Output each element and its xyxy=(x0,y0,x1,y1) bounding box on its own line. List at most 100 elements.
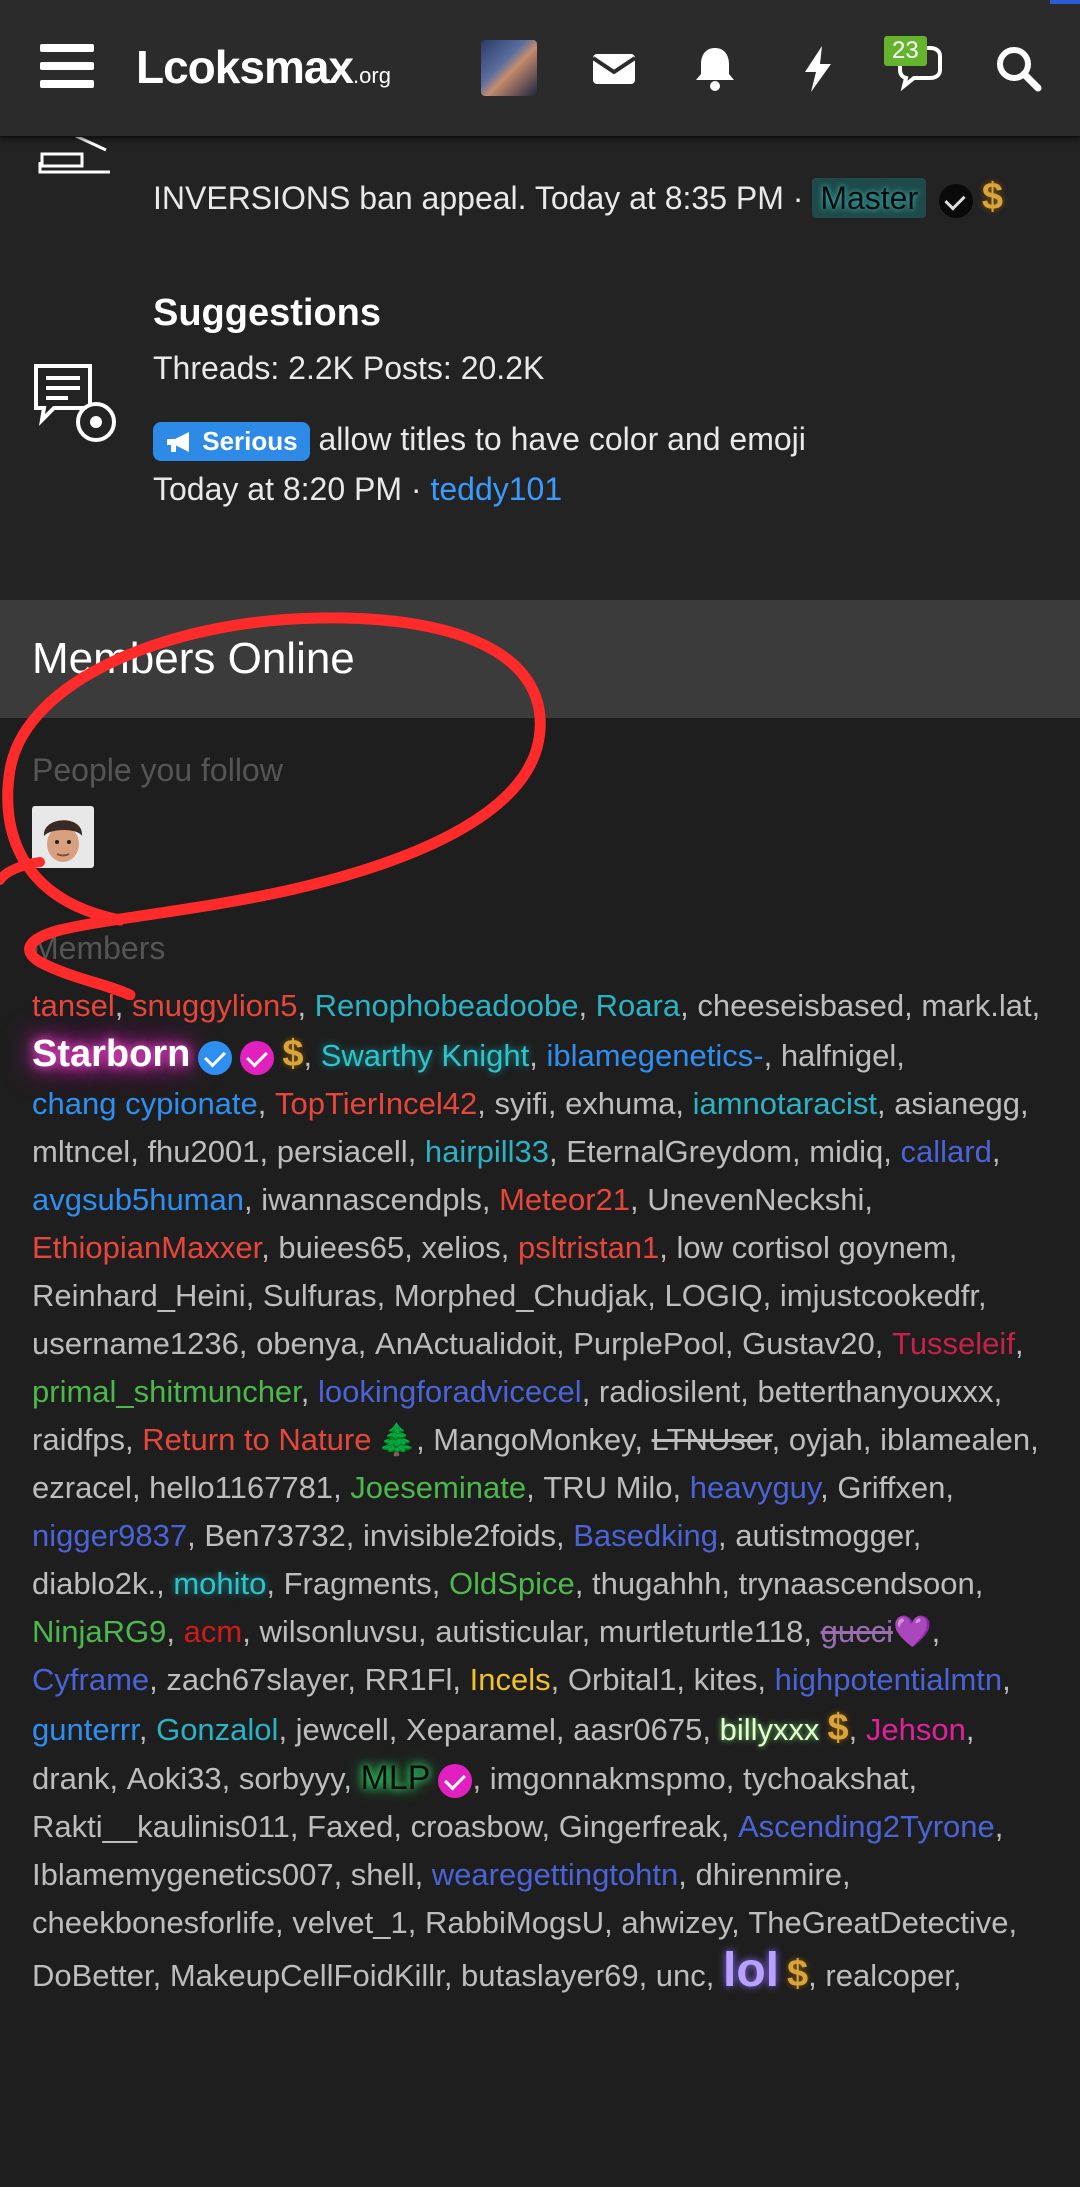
member-link[interactable]: ezracel xyxy=(32,1470,132,1505)
member-link[interactable]: zach67slayer xyxy=(166,1662,347,1697)
member-link[interactable]: hello1167781 xyxy=(149,1470,333,1505)
member-link[interactable]: mark.lat xyxy=(921,988,1031,1023)
member-link[interactable]: imgonnakmspmo xyxy=(490,1761,726,1796)
member-link[interactable]: xelios xyxy=(422,1230,501,1265)
member-link[interactable]: gucci xyxy=(821,1614,893,1649)
followed-user-avatar[interactable] xyxy=(32,806,94,868)
member-link[interactable]: hairpill33 xyxy=(425,1134,549,1169)
member-link[interactable]: Gingerfreak xyxy=(559,1809,721,1844)
member-link[interactable]: midiq xyxy=(809,1134,883,1169)
member-link[interactable]: Ascending2Tyrone xyxy=(738,1809,995,1844)
member-link[interactable]: UnevenNeckshi xyxy=(647,1182,864,1217)
latest-user-link[interactable]: teddy101 xyxy=(430,471,562,507)
member-link[interactable]: Return to Nature xyxy=(142,1422,371,1457)
member-link[interactable]: autistmogger xyxy=(735,1518,913,1553)
member-link[interactable]: highpotentialmtn xyxy=(775,1662,1003,1697)
member-link[interactable]: lookingforadvicecel xyxy=(318,1374,582,1409)
member-link[interactable]: billyxxx xyxy=(720,1712,820,1747)
member-link[interactable]: Griffxen xyxy=(837,1470,945,1505)
member-link[interactable]: AnActualidoit xyxy=(375,1326,556,1361)
member-link[interactable]: iamnotaracist xyxy=(693,1086,877,1121)
forum-node-appeals[interactable]: INVERSIONS ban appeal. Today at 8:35 PM … xyxy=(0,136,1080,255)
member-link[interactable]: dhirenmire xyxy=(696,1857,842,1892)
member-link[interactable]: iwannascendpls xyxy=(261,1182,482,1217)
member-link[interactable]: NinjaRG9 xyxy=(32,1614,166,1649)
member-link[interactable]: TheGreatDetective xyxy=(748,1905,1008,1940)
member-link[interactable]: EternalGreydom xyxy=(566,1134,792,1169)
member-link[interactable]: fhu2001 xyxy=(147,1134,259,1169)
member-link[interactable]: snuggylion5 xyxy=(132,988,297,1023)
member-link[interactable]: ahwizey xyxy=(621,1905,731,1940)
member-link[interactable]: Renophobeadoobe xyxy=(315,988,579,1023)
member-link[interactable]: Iblamemygenetics007 xyxy=(32,1857,334,1892)
member-link[interactable]: jewcell xyxy=(296,1712,389,1747)
latest-thread[interactable]: Serious allow titles to have color and e… xyxy=(153,421,806,462)
member-link[interactable]: oyjah xyxy=(789,1422,863,1457)
member-link[interactable]: low cortisol goynem xyxy=(677,1230,949,1265)
member-link[interactable]: halfnigel xyxy=(781,1038,896,1073)
thread-title[interactable]: allow titles to have color and emoji xyxy=(319,421,806,457)
member-link[interactable]: Fragments xyxy=(284,1566,432,1601)
member-link[interactable]: DoBetter xyxy=(32,1958,153,1993)
member-link[interactable]: EthiopianMaxxer xyxy=(32,1230,261,1265)
member-link[interactable]: Joeseminate xyxy=(350,1470,526,1505)
member-link[interactable]: psltristan1 xyxy=(518,1230,659,1265)
member-link[interactable]: iblamegenetics- xyxy=(546,1038,763,1073)
member-link[interactable]: iblamealen xyxy=(880,1422,1030,1457)
member-link[interactable]: primal_shitmuncher xyxy=(32,1374,301,1409)
member-link[interactable]: username1236 xyxy=(32,1326,239,1361)
member-link[interactable]: Rakti__kaulinis011 xyxy=(32,1809,290,1844)
member-link[interactable]: Cyframe xyxy=(32,1662,149,1697)
member-link[interactable]: Incels xyxy=(470,1662,551,1697)
member-link[interactable]: Reinhard_Heini xyxy=(32,1278,246,1313)
member-link[interactable]: RR1Fl xyxy=(365,1662,453,1697)
member-link[interactable]: invisible2foids xyxy=(363,1518,556,1553)
member-link[interactable]: Xeparamel xyxy=(406,1712,556,1747)
member-link[interactable]: MangoMonkey xyxy=(433,1422,634,1457)
member-link[interactable]: sorbyyy xyxy=(239,1761,344,1796)
member-link[interactable]: acm xyxy=(184,1614,243,1649)
member-link[interactable]: Jehson xyxy=(866,1712,966,1747)
member-link[interactable]: MakeupCellFoidKillr xyxy=(170,1958,444,1993)
member-link[interactable]: persiacell xyxy=(277,1134,408,1169)
member-link[interactable]: diablo2k. xyxy=(32,1566,156,1601)
member-link[interactable]: velvet_1 xyxy=(292,1905,407,1940)
member-link[interactable]: imjustcookedfr xyxy=(780,1278,978,1313)
member-link[interactable]: MLP xyxy=(361,1759,431,1797)
member-link[interactable]: unc xyxy=(656,1958,706,1993)
user-avatar[interactable] xyxy=(481,40,537,96)
member-link[interactable]: cheekbonesforlife xyxy=(32,1905,275,1940)
member-link[interactable]: Orbital1 xyxy=(568,1662,677,1697)
member-link[interactable]: syifi xyxy=(494,1086,547,1121)
member-link[interactable]: lol xyxy=(723,1944,779,1997)
member-link[interactable]: TRU Milo xyxy=(543,1470,672,1505)
member-link[interactable]: LOGIQ xyxy=(664,1278,762,1313)
member-link[interactable]: nigger9837 xyxy=(32,1518,187,1553)
menu-icon[interactable] xyxy=(40,44,94,88)
latest-post[interactable]: INVERSIONS ban appeal. Today at 8:35 PM … xyxy=(153,176,1003,219)
member-link[interactable]: Roara xyxy=(596,988,680,1023)
member-link[interactable]: wilsonluvsu xyxy=(259,1614,418,1649)
member-link[interactable]: LTNUser xyxy=(652,1422,772,1457)
member-link[interactable]: Gustav20 xyxy=(742,1326,875,1361)
member-link[interactable]: avgsub5human xyxy=(32,1182,244,1217)
member-link[interactable]: kites xyxy=(694,1662,758,1697)
member-link[interactable]: TopTierIncel42 xyxy=(275,1086,477,1121)
member-link[interactable]: murtleturtle118 xyxy=(599,1614,803,1649)
member-link[interactable]: tychoakshat xyxy=(743,1761,908,1796)
member-link[interactable]: Faxed xyxy=(307,1809,393,1844)
member-link[interactable]: Swarthy Knight xyxy=(321,1038,530,1073)
member-link[interactable]: PurplePool xyxy=(573,1326,725,1361)
member-link[interactable]: callard xyxy=(901,1134,992,1169)
member-link[interactable]: thugahhh xyxy=(592,1566,721,1601)
member-link[interactable]: Ben73732 xyxy=(204,1518,345,1553)
member-link[interactable]: cheeseisbased xyxy=(697,988,904,1023)
member-link[interactable]: trynaascendsoon xyxy=(739,1566,975,1601)
member-link[interactable]: Starborn xyxy=(32,1033,190,1075)
bolt-icon[interactable] xyxy=(789,40,847,98)
member-link[interactable]: autisticular xyxy=(435,1614,581,1649)
member-link[interactable]: exhuma xyxy=(565,1086,675,1121)
member-link[interactable]: wearegettingtohtn xyxy=(432,1857,678,1892)
member-link[interactable]: mohito xyxy=(173,1566,266,1601)
member-link[interactable]: Gonzalol xyxy=(156,1712,278,1747)
